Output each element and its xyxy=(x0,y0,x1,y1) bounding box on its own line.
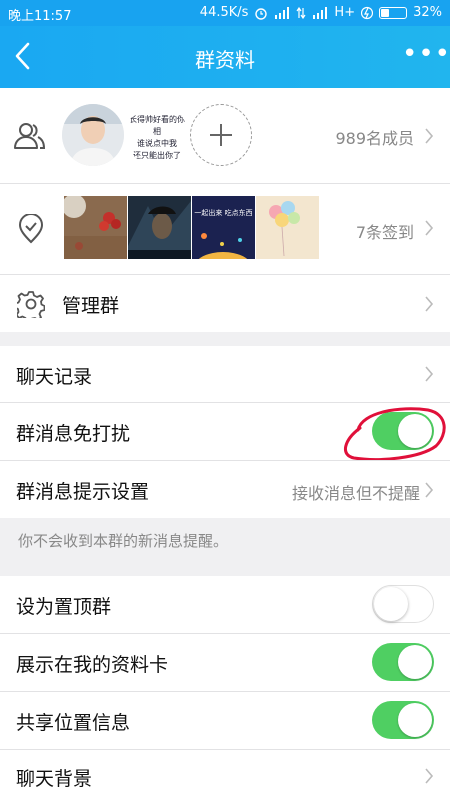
battery-percent: 32% xyxy=(413,5,442,20)
page-title: 群资料 xyxy=(195,48,255,72)
chevron-right-icon xyxy=(425,768,434,784)
notify-settings-row[interactable]: 群消息提示设置 接收消息但不提醒 xyxy=(0,461,450,518)
members-icon xyxy=(14,123,46,149)
more-menu-button[interactable]: ••• xyxy=(402,41,450,72)
chevron-right-icon xyxy=(425,128,434,144)
checkin-photo-strawberry[interactable] xyxy=(64,196,127,259)
checkin-count: 7条签到 xyxy=(355,223,414,242)
member-count: 989名成员 xyxy=(335,129,414,148)
network-type: H+ xyxy=(334,5,356,20)
members-row[interactable]: 长得帅好看的你相 谁说点中我 还只能出你了 989名成员 xyxy=(0,88,450,183)
chevron-right-icon xyxy=(425,366,434,382)
member-avatar[interactable] xyxy=(62,104,124,166)
pin-row: 设为置顶群 xyxy=(0,576,450,633)
data-arrows-icon xyxy=(296,6,306,19)
checkin-icon xyxy=(18,214,44,244)
alarm-icon xyxy=(255,7,268,20)
gear-icon xyxy=(17,291,45,318)
battery-icon xyxy=(379,6,408,19)
meme-line: 还只能出你了 xyxy=(133,151,181,160)
chat-history-row[interactable]: 聊天记录 xyxy=(0,346,450,402)
show-card-row: 展示在我的资料卡 xyxy=(0,634,450,691)
chevron-right-icon xyxy=(425,482,434,498)
share-location-toggle[interactable] xyxy=(372,701,434,739)
meme-line: 谁说点中我 xyxy=(137,139,177,148)
chat-background-label: 聊天背景 xyxy=(16,768,93,790)
notify-settings-value: 接收消息但不提醒 xyxy=(291,484,420,503)
dnd-label: 群消息免打扰 xyxy=(16,423,131,445)
share-location-row: 共享位置信息 xyxy=(0,692,450,749)
chat-background-row[interactable]: 聊天背景 xyxy=(0,750,450,800)
status-bar: 晚上11:57 44.5K/s H+ 32% xyxy=(0,0,450,26)
poster-text: 一起出来 吃点东西 xyxy=(194,209,253,217)
chevron-right-icon xyxy=(425,220,434,236)
notify-note: 你不会收到本群的新消息提醒。 xyxy=(0,518,450,576)
charging-icon xyxy=(361,6,374,19)
show-card-label: 展示在我的资料卡 xyxy=(16,654,169,676)
status-right: 44.5K/s H+ 32% xyxy=(200,5,442,20)
checkin-photo-poster[interactable]: 一起出来 吃点东西 xyxy=(192,196,255,259)
manage-group-row[interactable]: 管理群 xyxy=(0,275,450,332)
notify-note-text: 你不会收到本群的新消息提醒。 xyxy=(18,532,229,550)
member-avatar-meme[interactable]: 长得帅好看的你相 谁说点中我 还只能出你了 xyxy=(126,104,188,166)
pin-toggle[interactable] xyxy=(372,585,434,623)
signal-icon-2 xyxy=(313,6,328,19)
meme-line: 长得帅好看的你相 xyxy=(129,115,185,136)
checkin-photo-pirate[interactable] xyxy=(128,196,191,259)
pin-label: 设为置顶群 xyxy=(16,596,112,618)
notify-settings-label: 群消息提示设置 xyxy=(16,481,150,503)
show-card-toggle[interactable] xyxy=(372,643,434,681)
signal-icon xyxy=(275,6,290,19)
checkin-photo-balloons[interactable] xyxy=(256,196,319,259)
chevron-right-icon xyxy=(425,296,434,312)
net-speed: 44.5K/s xyxy=(199,5,249,20)
manage-group-label: 管理群 xyxy=(62,295,120,317)
share-location-label: 共享位置信息 xyxy=(16,712,131,734)
chat-history-label: 聊天记录 xyxy=(16,366,93,388)
status-time: 晚上11:57 xyxy=(8,9,72,24)
nav-bar: 群资料 ••• xyxy=(0,26,450,88)
add-member-button[interactable] xyxy=(190,104,252,166)
